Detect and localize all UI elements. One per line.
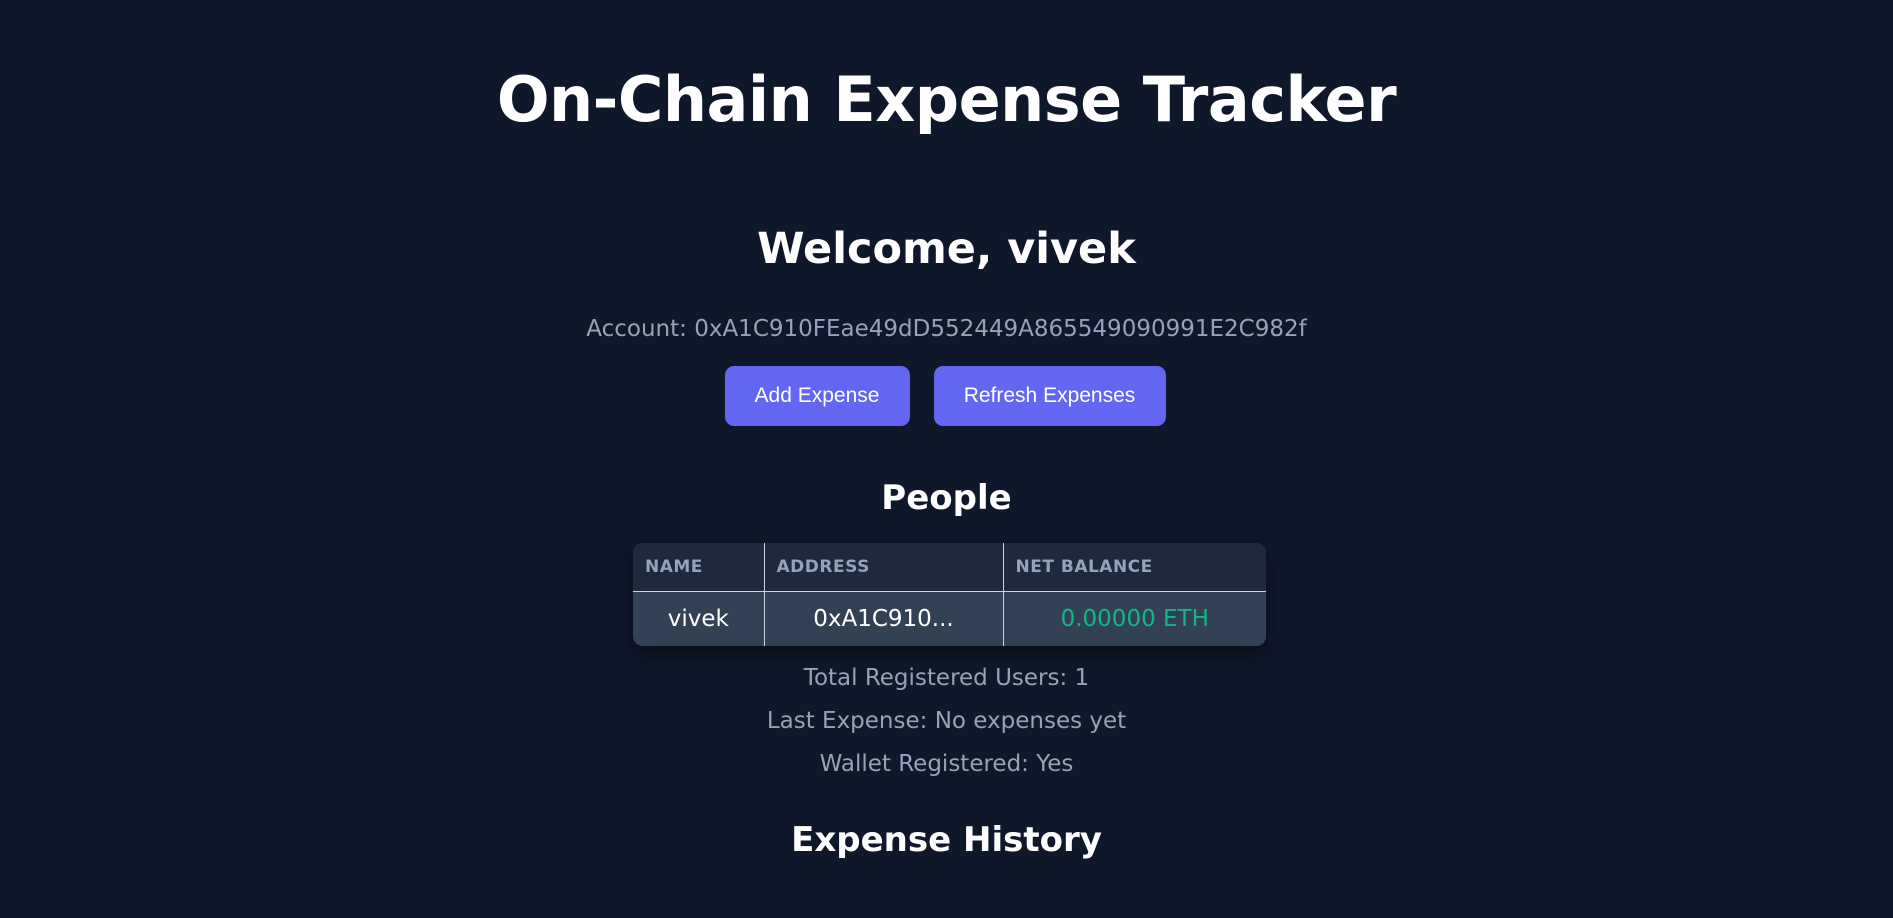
action-bar: Add Expense Refresh Expenses <box>0 366 1893 426</box>
account-address: Account: 0xA1C910FEae49dD552449A86554909… <box>586 316 1307 342</box>
people-table: NAME ADDRESS NET BALANCE vivek 0xA1C910.… <box>633 543 1266 646</box>
total-registered-users: Total Registered Users: 1 <box>803 665 1090 691</box>
welcome-heading: Welcome, vivek <box>757 224 1136 274</box>
table-header-row: NAME ADDRESS NET BALANCE <box>633 543 1266 592</box>
expense-history-heading: Expense History <box>791 820 1102 860</box>
refresh-expenses-button[interactable]: Refresh Expenses <box>933 366 1166 426</box>
wallet-registered: Wallet Registered: Yes <box>819 751 1074 777</box>
person-name: vivek <box>633 591 765 646</box>
people-table-container: NAME ADDRESS NET BALANCE vivek 0xA1C910.… <box>633 543 1266 646</box>
person-net-balance: 0.00000 ETH <box>1002 591 1266 646</box>
people-heading: People <box>881 478 1012 518</box>
column-header-address: ADDRESS <box>763 543 1004 592</box>
app-page: On-Chain Expense Tracker Welcome, vivek … <box>0 0 1893 918</box>
table-row: vivek 0xA1C910... 0.00000 ETH <box>633 591 1266 646</box>
person-address: 0xA1C910... <box>763 591 1004 646</box>
app-title: On-Chain Expense Tracker <box>496 63 1397 136</box>
add-expense-button[interactable]: Add Expense <box>724 366 910 426</box>
column-header-name: NAME <box>633 543 765 592</box>
column-header-net-balance: NET BALANCE <box>1002 543 1266 592</box>
last-expense: Last Expense: No expenses yet <box>766 708 1127 734</box>
